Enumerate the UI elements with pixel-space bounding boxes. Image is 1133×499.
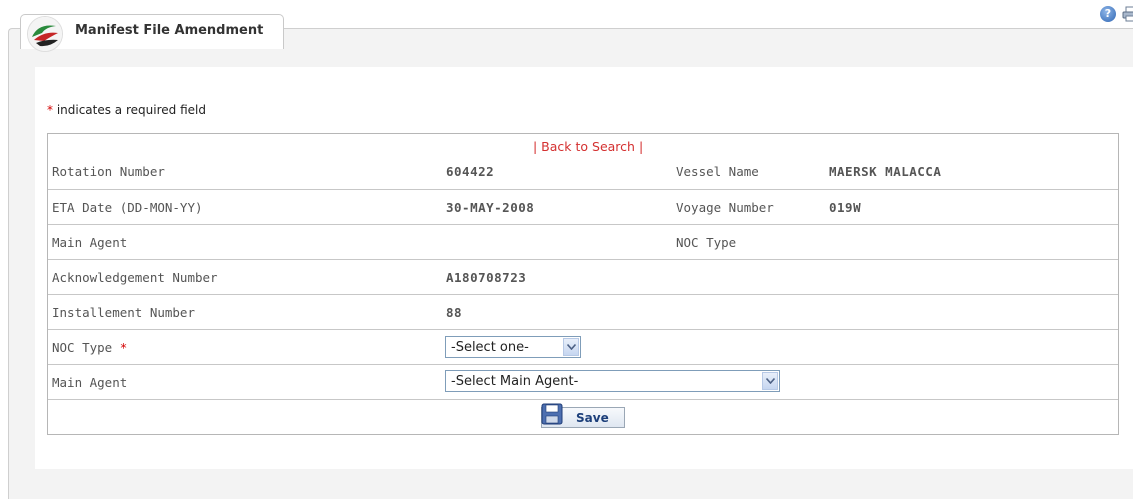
main-agent-row: Main Agent -Select Main Agent-: [48, 365, 1118, 400]
main-agent-label: Main Agent: [52, 375, 128, 390]
save-button-label: Save: [576, 410, 609, 425]
voyage-number-label: Voyage Number: [676, 200, 774, 215]
required-star: *: [119, 340, 128, 355]
voyage-number-value: 019W: [829, 200, 862, 215]
noc-type-selected: -Select one-: [451, 340, 529, 355]
main-agent-selected: -Select Main Agent-: [451, 374, 579, 389]
form-table: | Back to Search | Rotation Number 60442…: [47, 133, 1119, 435]
required-note-text: indicates a required field: [53, 103, 206, 117]
save-row: Save: [48, 400, 1118, 434]
noc-type-info-label: NOC Type: [676, 235, 737, 250]
installment-row: Installement Number 88: [48, 295, 1118, 330]
main-agent-select[interactable]: -Select Main Agent-: [445, 370, 780, 392]
save-button[interactable]: Save: [541, 403, 625, 428]
back-to-search-link[interactable]: | Back to Search |: [533, 139, 643, 154]
rotation-row: | Back to Search | Rotation Number 60442…: [48, 134, 1118, 190]
back-to-search-text[interactable]: | Back to Search |: [533, 139, 643, 154]
print-icon[interactable]: [1122, 6, 1133, 22]
page-title: Manifest File Amendment: [75, 23, 264, 38]
noc-type-label-text: NOC Type: [52, 340, 113, 355]
ack-number-value: A180708723: [446, 270, 527, 285]
noc-type-label: NOC Type *: [52, 340, 127, 355]
vessel-name-value: MAERSK MALACCA: [829, 164, 942, 179]
noc-type-select[interactable]: -Select one-: [445, 336, 581, 358]
rotation-number-value: 604422: [446, 164, 495, 179]
installment-number-label: Installement Number: [52, 305, 195, 320]
chevron-down-icon[interactable]: [762, 372, 778, 390]
floppy-disk-icon: [541, 403, 563, 425]
logo-icon: [27, 16, 63, 52]
installment-number-value: 88: [446, 305, 463, 320]
eta-date-value: 30-MAY-2008: [446, 200, 535, 215]
main-agent-info-row: Main Agent NOC Type: [48, 225, 1118, 260]
ack-number-label: Acknowledgement Number: [52, 270, 218, 285]
rotation-number-label: Rotation Number: [52, 164, 165, 179]
main-agent-info-label: Main Agent: [52, 235, 128, 250]
eta-row: ETA Date (DD-MON-YY) 30-MAY-2008 Voyage …: [48, 190, 1118, 225]
ack-row: Acknowledgement Number A180708723: [48, 260, 1118, 295]
vessel-name-label: Vessel Name: [676, 164, 759, 179]
top-icons: ?: [1100, 6, 1133, 22]
noc-type-row: NOC Type * -Select one-: [48, 330, 1118, 365]
eta-date-label: ETA Date (DD-MON-YY): [52, 200, 203, 215]
chevron-down-icon[interactable]: [563, 338, 579, 356]
help-icon[interactable]: ?: [1100, 6, 1116, 22]
required-note: * indicates a required field: [47, 103, 206, 117]
